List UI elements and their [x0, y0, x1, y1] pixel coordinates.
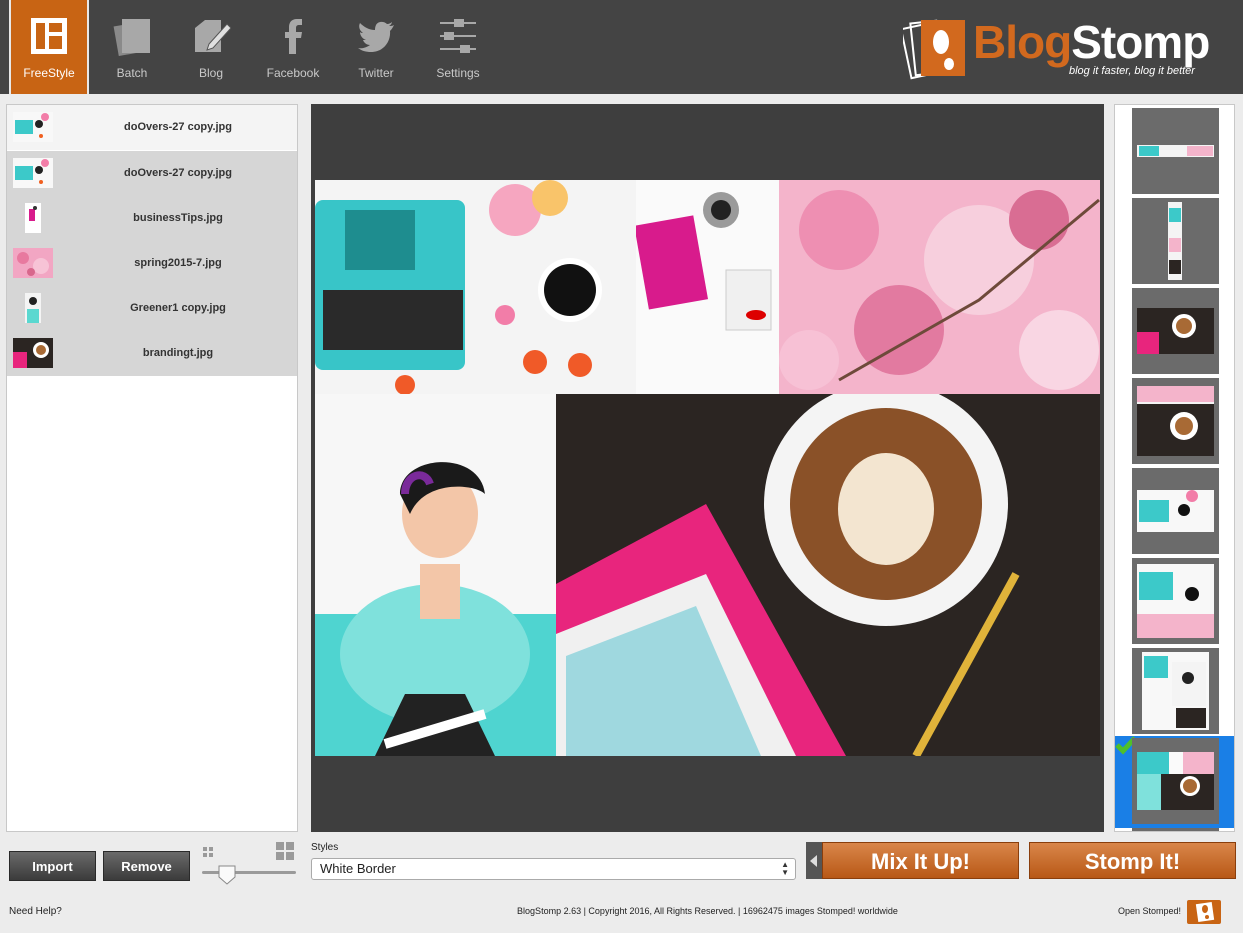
twitter-tab[interactable]: Twitter	[336, 0, 416, 94]
layout-option[interactable]	[1132, 828, 1219, 831]
facebook-tab[interactable]: Facebook	[253, 0, 333, 94]
file-thumbnail	[25, 293, 41, 323]
collage-image-typewriter	[315, 180, 636, 394]
settings-tab[interactable]: Settings	[418, 0, 498, 94]
collage-preview	[315, 180, 1100, 756]
styles-selected-value: White Border	[320, 861, 396, 876]
batch-stack-icon	[113, 19, 150, 56]
layout-list[interactable]	[1114, 104, 1235, 832]
file-name: doOvers-27 copy.jpg	[124, 167, 232, 179]
facebook-label: Facebook	[266, 66, 320, 80]
thumbnail-size-slider[interactable]	[202, 871, 296, 874]
blog-edit-icon	[195, 20, 231, 52]
layout-option[interactable]	[1132, 468, 1219, 554]
file-thumbnail	[13, 338, 53, 368]
collage-image-blossoms	[779, 180, 1100, 394]
file-row[interactable]: doOvers-27 copy.jpg	[7, 151, 297, 196]
copyright-text: BlogStomp 2.63 | Copyright 2016, All Rig…	[517, 906, 898, 916]
batch-tab[interactable]: Batch	[92, 0, 172, 94]
left-arrow-icon	[810, 855, 817, 867]
blogstomp-logo: BlogStomp blog it faster, blog it better	[903, 16, 1223, 80]
file-thumbnail	[13, 112, 53, 142]
styles-dropdown[interactable]: White Border ▲ ▼	[311, 858, 796, 880]
updown-arrows-icon: ▲ ▼	[781, 860, 789, 877]
large-grid-icon	[276, 842, 294, 860]
logo-tagline: blog it faster, blog it better	[1069, 65, 1195, 77]
mix-options-toggle[interactable]	[806, 842, 822, 879]
layout-option[interactable]	[1132, 378, 1219, 464]
layout-option-selected[interactable]	[1132, 738, 1219, 824]
file-thumbnail	[13, 158, 53, 188]
file-row[interactable]: brandingt.jpg	[7, 331, 297, 376]
collage-image-woman	[315, 394, 556, 756]
top-toolbar: FreeStyle Batch Blog Facebook Twitter Se…	[0, 0, 1243, 94]
remove-button[interactable]: Remove	[103, 851, 190, 881]
preview-canvas	[311, 104, 1104, 832]
layout-option[interactable]	[1132, 198, 1219, 284]
file-name: brandingt.jpg	[142, 347, 214, 359]
stomp-it-button[interactable]: Stomp It!	[1029, 842, 1236, 879]
footprint-logo-icon	[903, 19, 965, 80]
freestyle-tab[interactable]: FreeStyle	[9, 0, 89, 94]
import-button[interactable]: Import	[9, 851, 96, 881]
slider-knob[interactable]	[218, 865, 236, 885]
file-name: businessTips.jpg	[133, 212, 223, 224]
file-row[interactable]: doOvers-27 copy.jpg	[7, 105, 297, 150]
facebook-icon	[285, 19, 302, 54]
open-stomped-folder-icon[interactable]	[1185, 896, 1223, 926]
blog-label: Blog	[198, 66, 224, 80]
layout-option[interactable]	[1132, 288, 1219, 374]
file-name: doOvers-27 copy.jpg	[124, 121, 232, 133]
open-stomped-link[interactable]: Open Stomped!	[1118, 906, 1181, 916]
mix-it-up-button[interactable]: Mix It Up!	[822, 842, 1019, 879]
file-row[interactable]: Greener1 copy.jpg	[7, 286, 297, 331]
twitter-bird-icon	[358, 21, 394, 52]
collage-image-coffee	[556, 394, 1100, 756]
sliders-icon	[440, 19, 476, 53]
collage-image-notebook	[636, 180, 779, 394]
layout-option[interactable]	[1132, 648, 1219, 734]
file-row[interactable]: spring2015-7.jpg	[7, 241, 297, 286]
file-name: spring2015-7.jpg	[134, 257, 222, 269]
file-list[interactable]: doOvers-27 copy.jpg doOvers-27 copy.jpg …	[6, 104, 298, 832]
logo-text: BlogStomp	[973, 16, 1210, 68]
styles-label: Styles	[311, 842, 339, 853]
layout-option[interactable]	[1132, 558, 1219, 644]
freestyle-label: FreeStyle	[23, 66, 75, 80]
file-thumbnail	[13, 248, 53, 278]
small-grid-icon	[203, 847, 213, 857]
file-thumbnail	[25, 203, 41, 233]
need-help-link[interactable]: Need Help?	[9, 906, 62, 917]
twitter-label: Twitter	[358, 66, 394, 80]
file-name: Greener1 copy.jpg	[130, 302, 226, 314]
file-row[interactable]: businessTips.jpg	[7, 196, 297, 241]
settings-label: Settings	[436, 66, 480, 80]
layout-option[interactable]	[1132, 108, 1219, 194]
freestyle-layout-icon	[31, 18, 67, 54]
batch-label: Batch	[116, 66, 148, 80]
blog-tab[interactable]: Blog	[171, 0, 251, 94]
